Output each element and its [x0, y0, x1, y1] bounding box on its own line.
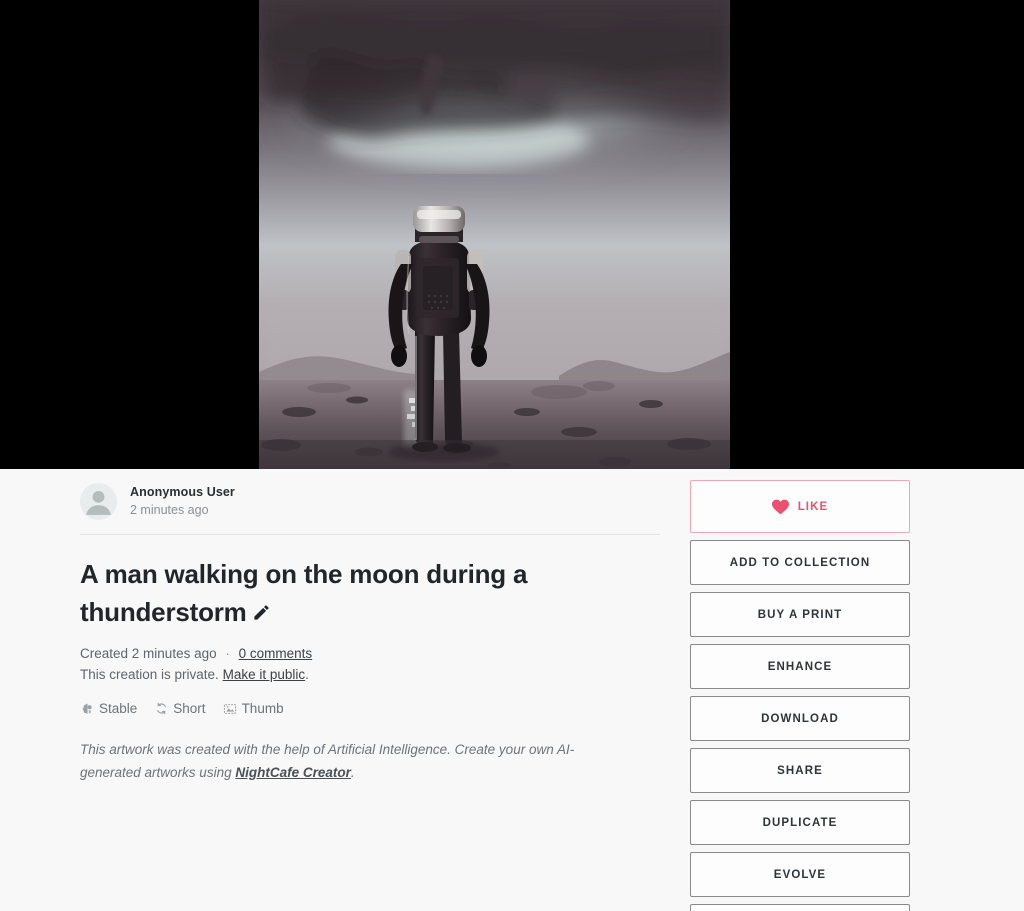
duplicate-button[interactable]: DUPLICATE [690, 800, 910, 845]
generation-tags-row: Stable Short Thumb [80, 701, 660, 716]
author-name[interactable]: Anonymous User [130, 485, 235, 501]
report-button[interactable]: REPORT [690, 904, 910, 911]
evolve-button[interactable]: EVOLVE [690, 852, 910, 897]
like-button[interactable]: LIKE [690, 480, 910, 533]
comments-link[interactable]: 0 comments [239, 646, 313, 661]
artwork-image[interactable] [259, 0, 730, 469]
tag-stable-label: Stable [99, 701, 138, 717]
post-details-section: Anonymous User 2 minutes ago A man walki… [0, 469, 1024, 911]
action-buttons-column: LIKE ADD TO COLLECTION BUY A PRINT ENHAN… [690, 480, 910, 911]
created-line: Created 2 minutes ago · 0 comments [80, 646, 660, 661]
nightcafe-creator-link[interactable]: NightCafe Creator [235, 765, 351, 780]
privacy-status-text: This creation is private. [80, 667, 219, 683]
disclaimer-text-part2: . [350, 764, 355, 780]
author-posted-time: 2 minutes ago [130, 502, 209, 517]
refresh-cycle-icon [154, 702, 168, 716]
privacy-period: . [305, 667, 309, 683]
buy-a-print-button[interactable]: BUY A PRINT [690, 592, 910, 637]
privacy-line: This creation is private. Make it public… [80, 667, 660, 682]
tag-stable[interactable]: Stable [80, 701, 137, 716]
make-public-link[interactable]: Make it public [223, 667, 306, 682]
image-thumbnail-icon [223, 702, 237, 716]
pencil-icon[interactable] [252, 595, 271, 633]
separator-dot: · [225, 646, 230, 662]
artwork-title-text: A man walking on the moon during a thund… [80, 559, 528, 627]
created-prefix: Created [80, 646, 129, 662]
tag-thumb[interactable]: Thumb [223, 701, 284, 716]
page-title: A man walking on the moon during a thund… [80, 556, 550, 632]
add-to-collection-button[interactable]: ADD TO COLLECTION [690, 540, 910, 585]
author-row: Anonymous User 2 minutes ago [80, 477, 660, 535]
share-button[interactable]: SHARE [690, 748, 910, 793]
download-button[interactable]: DOWNLOAD [690, 696, 910, 741]
tag-short[interactable]: Short [154, 701, 206, 717]
tag-short-label: Short [173, 701, 206, 717]
author-meta: Anonymous User 2 minutes ago [130, 485, 235, 518]
tag-thumb-label: Thumb [241, 701, 284, 717]
person-avatar-icon[interactable] [80, 483, 117, 520]
heart-icon [771, 499, 789, 515]
enhance-button[interactable]: ENHANCE [690, 644, 910, 689]
brain-icon [80, 702, 94, 716]
post-info-column: Anonymous User 2 minutes ago A man walki… [80, 477, 660, 784]
created-time: 2 minutes ago [131, 646, 217, 662]
artwork-viewer [0, 0, 1024, 469]
artwork-illustration [259, 0, 730, 469]
ai-disclaimer: This artwork was created with the help o… [80, 739, 615, 784]
like-button-label: LIKE [797, 500, 829, 513]
